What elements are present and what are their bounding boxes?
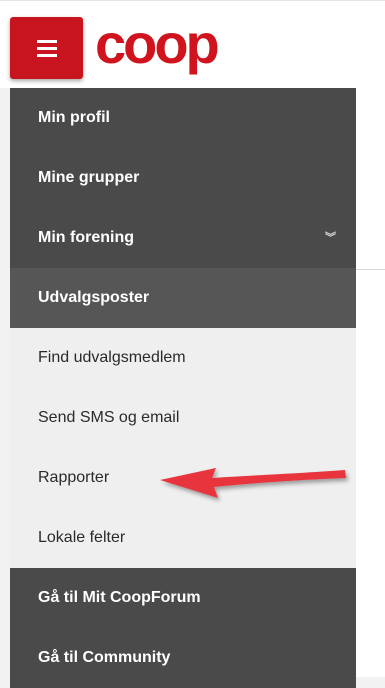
menu-item-min-forening[interactable]: Min forening ︾ <box>10 208 356 268</box>
menu-item-label: Gå til Mit CoopForum <box>38 589 201 606</box>
menu-item-udvalgsposter[interactable]: Udvalgsposter <box>10 268 356 328</box>
menu-item-label: Mine grupper <box>38 169 140 186</box>
hamburger-bar <box>37 47 57 50</box>
menu-item-gaa-til-mit-coopforum[interactable]: Gå til Mit CoopForum <box>10 568 356 628</box>
submenu-item-lokale-felter[interactable]: Lokale felter <box>10 508 356 568</box>
hamburger-menu-icon <box>37 40 57 43</box>
side-menu: Min profil Mine grupper Min forening ︾ U… <box>10 88 356 688</box>
menu-item-label: Udvalgsposter <box>38 289 150 306</box>
menu-item-label: Min forening <box>38 229 134 246</box>
submenu-item-send-sms-og-email[interactable]: Send SMS og email <box>10 388 356 448</box>
coop-logo[interactable]: coop <box>95 14 220 74</box>
menu-item-gaa-til-community[interactable]: Gå til Community <box>10 628 356 688</box>
annotation-arrow-icon <box>160 468 346 498</box>
menu-item-label: Rapporter <box>38 469 110 486</box>
menu-item-label: Find udvalgsmedlem <box>38 349 186 366</box>
hamburger-bar <box>37 54 57 57</box>
submenu-item-find-udvalgsmedlem[interactable]: Find udvalgsmedlem <box>10 328 356 388</box>
menu-item-min-profil[interactable]: Min profil <box>10 88 356 148</box>
menu-item-label: Send SMS og email <box>38 409 180 426</box>
header-bar: coop <box>0 0 385 88</box>
menu-item-label: Gå til Community <box>38 649 171 666</box>
content-divider <box>356 269 385 270</box>
menu-item-label: Min profil <box>38 109 110 126</box>
chevron-double-down-icon[interactable]: ︾ <box>325 208 336 268</box>
menu-item-label: Lokale felter <box>38 529 126 546</box>
header-top-border <box>0 0 385 1</box>
hamburger-menu-button[interactable] <box>10 17 83 79</box>
page-content-edge <box>356 88 385 677</box>
menu-item-mine-grupper[interactable]: Mine grupper <box>10 148 356 208</box>
